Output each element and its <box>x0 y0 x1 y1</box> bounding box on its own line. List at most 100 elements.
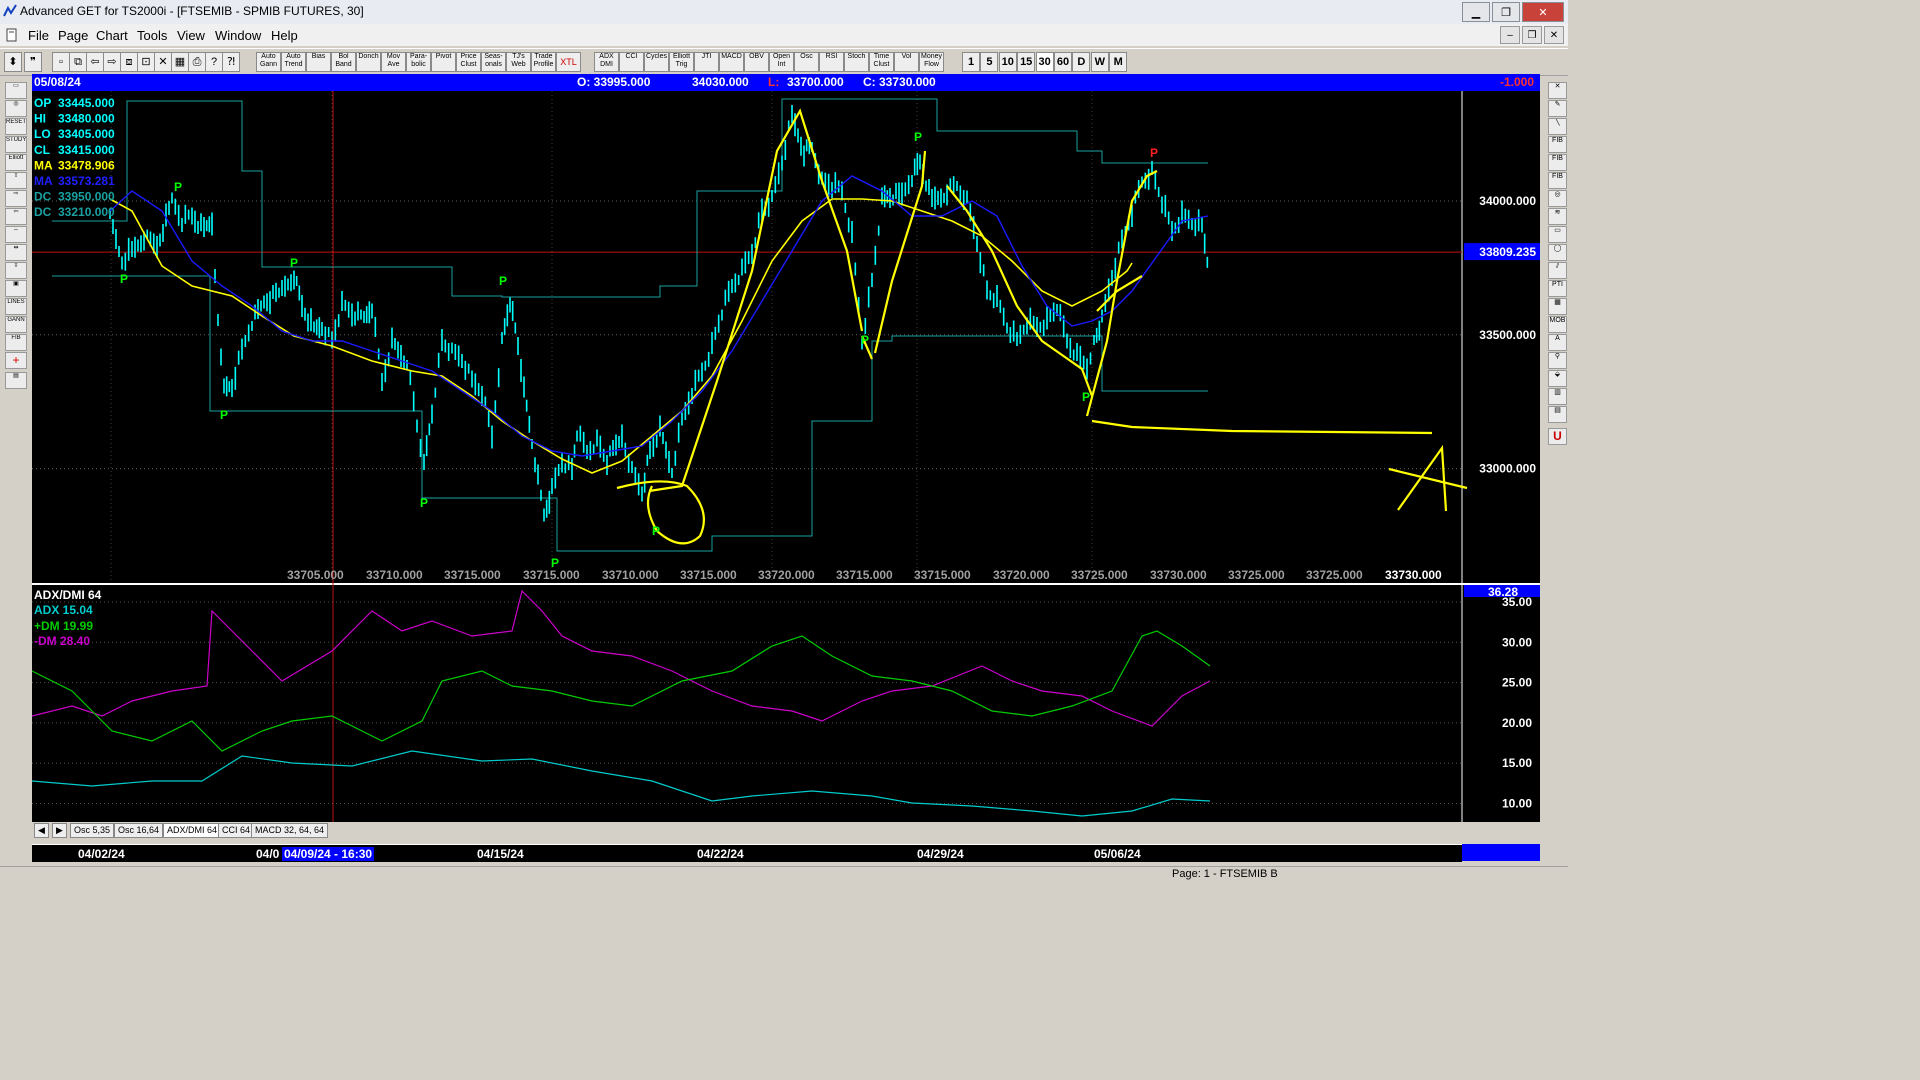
zoom-icon[interactable]: ⚲ <box>1548 352 1567 369</box>
fib-retracement-icon[interactable]: FIB <box>1548 136 1567 153</box>
study-button-open-int[interactable]: Open Int <box>769 52 794 72</box>
study-button-time-clust[interactable]: Time Clust <box>869 52 894 72</box>
rectangle-icon[interactable]: ▭ <box>1548 226 1567 243</box>
quote-icon[interactable]: ❞ <box>24 52 42 72</box>
pti-icon[interactable]: PTI <box>1548 280 1567 297</box>
line-tool-icon[interactable]: ╲ <box>1548 118 1567 135</box>
print-icon[interactable]: ⎙ <box>188 52 206 72</box>
study-button-pivot[interactable]: Pivot <box>431 52 456 72</box>
grid-tool-icon[interactable]: ▦ <box>1548 298 1567 315</box>
mob-icon[interactable]: MOB <box>1548 316 1567 333</box>
study-button-stoch[interactable]: Stoch <box>844 52 869 72</box>
tab-osc-16-64[interactable]: Osc 16,64 <box>114 823 164 838</box>
page-icon[interactable]: ⧈ <box>120 52 138 72</box>
menu-file[interactable]: File <box>28 28 49 43</box>
arrow-up-icon[interactable]: ⇧ <box>5 172 27 189</box>
ellipse-tool-icon[interactable]: ◎ <box>5 100 27 117</box>
text-tool-icon[interactable]: A <box>1548 334 1567 351</box>
maximize-button[interactable]: ❐ <box>1492 2 1520 22</box>
expand-icon[interactable]: ⇔ <box>5 226 27 243</box>
open-folder-icon[interactable]: ▭ <box>5 82 27 99</box>
interval-button-60[interactable]: 60 <box>1054 52 1072 72</box>
interval-button-5[interactable]: 5 <box>980 52 999 72</box>
study-button-trade-profile[interactable]: Trade Profile <box>531 52 556 72</box>
study-button-macd[interactable]: MACD <box>719 52 744 72</box>
paint-icon[interactable]: ⬙ <box>1548 370 1567 387</box>
study-button-auto-trend[interactable]: Auto Trend <box>281 52 306 72</box>
study-button-jti[interactable]: JTI <box>694 52 719 72</box>
tab-adx-dmi[interactable]: ADX/DMI 64 <box>163 823 222 838</box>
fib-tool-icon[interactable]: FIB <box>5 334 27 351</box>
study-button-vol[interactable]: Vol <box>894 52 919 72</box>
lines-tool-icon[interactable]: LINES <box>5 298 27 315</box>
arrow-right-icon[interactable]: ⇨ <box>5 190 27 207</box>
menu-tools[interactable]: Tools <box>137 28 167 43</box>
fan-icon[interactable]: ≋ <box>1548 208 1567 225</box>
new-icon[interactable]: ▫ <box>52 52 70 72</box>
menu-help[interactable]: Help <box>271 28 298 43</box>
fib-extension-icon[interactable]: FIB <box>1548 154 1567 171</box>
tab-scroll-left[interactable]: ◀ <box>34 823 49 838</box>
context-help-icon[interactable]: ⁈ <box>222 52 240 72</box>
interval-button-15[interactable]: 15 <box>1017 52 1036 72</box>
zoom-box-icon[interactable]: ▣ <box>5 280 27 297</box>
menu-page[interactable]: Page <box>58 28 88 43</box>
date-axis-scroll[interactable] <box>1462 844 1540 861</box>
study-button-obv[interactable]: OBV <box>744 52 769 72</box>
study-button-tj-s-web[interactable]: TJ's Web <box>506 52 531 72</box>
tab-macd[interactable]: MACD 32, 64, 64 <box>251 823 329 838</box>
study-button-para-bolic[interactable]: Para-bolic <box>406 52 431 72</box>
study-button-bias[interactable]: Bias <box>306 52 331 72</box>
study-button-auto-gann[interactable]: Auto Gann <box>256 52 281 72</box>
mdi-restore-button[interactable]: ❐ <box>1522 26 1542 44</box>
tab-scroll-right[interactable]: ▶ <box>52 823 67 838</box>
magnet-icon[interactable]: U <box>1548 428 1567 445</box>
tab-cci[interactable]: CCI 64 <box>218 823 255 838</box>
compress-icon[interactable]: ⇹ <box>5 244 27 261</box>
fib-time-icon[interactable]: FIB <box>1548 172 1567 189</box>
chart-icon[interactable]: ⊡ <box>137 52 155 72</box>
interval-button-1[interactable]: 1 <box>962 52 980 72</box>
study-button-adx-dmi[interactable]: ADX DMI <box>594 52 619 72</box>
minimize-button[interactable]: ▁ <box>1462 2 1490 22</box>
study-button-money-flow[interactable]: Money Flow <box>919 52 944 72</box>
elliott-tool-icon[interactable]: Elliott <box>5 154 27 171</box>
study-button-elliott-trig[interactable]: Elliott Trig <box>669 52 694 72</box>
study-button-price-clust[interactable]: Price Clust <box>456 52 481 72</box>
interval-button-10[interactable]: 10 <box>998 52 1017 72</box>
notes-icon[interactable]: ▤ <box>1548 406 1567 423</box>
channel-icon[interactable]: ⫽ <box>1548 262 1567 279</box>
tab-osc-5-35[interactable]: Osc 5,35 <box>70 823 115 838</box>
menu-view[interactable]: View <box>177 28 205 43</box>
study-button-osc[interactable]: Osc <box>794 52 819 72</box>
delete-icon[interactable]: ✕ <box>154 52 172 72</box>
mdi-minimize-button[interactable]: – <box>1500 26 1520 44</box>
chart-area[interactable]: 34000.000 33500.000 33000.000 33809.235 P P P P… <box>32 91 1540 822</box>
grid-icon[interactable]: ▦ <box>171 52 189 72</box>
ruler-icon[interactable]: ▥ <box>1548 388 1567 405</box>
study-button-xtl[interactable]: XTL <box>556 52 581 72</box>
interval-button-30[interactable]: 30 <box>1035 52 1054 72</box>
study-button-cycles[interactable]: Cycles <box>644 52 669 72</box>
crosshair-icon[interactable]: + <box>5 352 27 369</box>
help-icon[interactable]: ? <box>205 52 223 72</box>
arrow-left-icon[interactable]: ⇦ <box>5 208 27 225</box>
study-button-rsi[interactable]: RSI <box>819 52 844 72</box>
reset-tool-icon[interactable]: RESET <box>5 118 27 135</box>
interval-button-w[interactable]: W <box>1090 52 1109 72</box>
study-tool-icon[interactable]: STUDY <box>5 136 27 153</box>
back-icon[interactable]: ⇦ <box>86 52 104 72</box>
ellipse-icon[interactable]: ◯ <box>1548 244 1567 261</box>
pointer-icon[interactable]: ⬍ <box>4 52 22 72</box>
cross-out-icon[interactable]: ✕ <box>1548 82 1567 99</box>
menu-window[interactable]: Window <box>215 28 261 43</box>
pencil-icon[interactable]: ✎ <box>1548 100 1567 117</box>
gann-tool-icon[interactable]: GANN <box>5 316 27 333</box>
study-button-cci[interactable]: CCI <box>619 52 644 72</box>
menu-chart[interactable]: Chart <box>96 28 128 43</box>
mdi-close-button[interactable]: ✕ <box>1544 26 1564 44</box>
copy-icon[interactable]: ⧉ <box>69 52 87 72</box>
study-button-donch[interactable]: Donch <box>356 52 381 72</box>
forward-icon[interactable]: ⇨ <box>103 52 121 72</box>
save-icon[interactable]: ▤ <box>5 372 27 389</box>
